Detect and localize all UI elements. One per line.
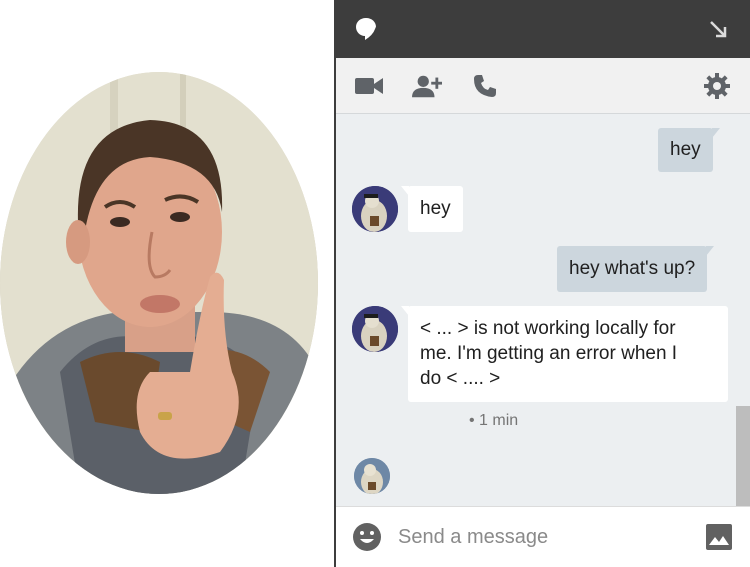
message-line: me. I'm getting an error when I [420, 343, 678, 364]
add-person-icon[interactable] [412, 71, 442, 101]
emoji-icon[interactable] [352, 522, 382, 552]
scrollbar[interactable] [736, 406, 750, 506]
image-icon[interactable] [704, 522, 734, 552]
chat-toolbar [336, 58, 750, 114]
profile-portrait [0, 72, 318, 494]
incoming-message: < ... > is not working locally for me. I… [401, 306, 728, 402]
message-text: hey what's up? [569, 258, 696, 279]
chat-titlebar [336, 0, 750, 58]
message-line: < ... > is not working locally for [420, 318, 676, 339]
chat-window: hey hey hey what's up? < ... > is not wo… [334, 0, 750, 567]
avatar-icon[interactable] [352, 306, 398, 352]
message-list[interactable]: hey hey hey what's up? < ... > is not wo… [336, 114, 750, 506]
message-text: hey [670, 139, 701, 160]
message-composer [336, 506, 750, 567]
phone-icon[interactable] [470, 71, 500, 101]
avatar-icon[interactable] [354, 458, 390, 494]
incoming-message: hey [401, 186, 463, 232]
message-input[interactable] [398, 525, 704, 549]
gear-icon[interactable] [702, 71, 732, 101]
avatar-icon[interactable] [352, 186, 398, 232]
message-text: hey [420, 198, 451, 219]
message-timestamp: • 1 min [469, 412, 519, 429]
message-line: do < .... > [420, 368, 501, 389]
minimize-arrow-icon[interactable] [706, 17, 730, 41]
video-call-icon[interactable] [354, 71, 384, 101]
speech-bubble-icon [354, 17, 378, 41]
outgoing-message: hey what's up? [557, 246, 715, 292]
outgoing-message: hey [658, 128, 720, 172]
